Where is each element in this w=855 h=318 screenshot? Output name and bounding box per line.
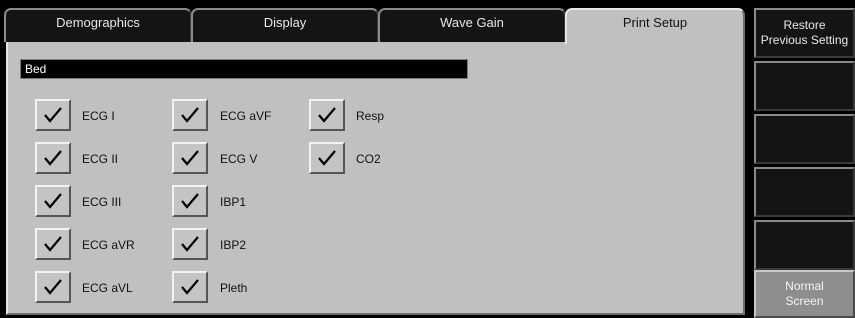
checkbox-ecg-avf[interactable] <box>172 99 208 131</box>
restore-label-line1: Restore <box>783 18 826 32</box>
side-button-3[interactable] <box>754 114 855 164</box>
checkmark-icon <box>44 150 62 166</box>
checkmark-icon <box>318 150 336 166</box>
tab-print-setup[interactable]: Print Setup <box>565 8 745 44</box>
normal-screen-line1: Normal <box>785 279 824 293</box>
restore-label-line2: Previous Setting <box>760 33 849 47</box>
side-button-5[interactable] <box>754 220 855 270</box>
bed-field[interactable]: Bed <box>20 59 468 79</box>
checkbox-co2[interactable] <box>309 142 345 174</box>
restore-previous-setting-label: Restore Previous Setting <box>761 18 848 48</box>
checkbox-ecg-avl[interactable] <box>35 271 71 303</box>
checkmark-icon <box>44 193 62 209</box>
checkmark-icon <box>181 236 199 252</box>
checkbox-label-ecg-iii: ECG III <box>82 195 122 209</box>
checkbox-label-ecg-ii: ECG II <box>82 152 119 166</box>
side-button-2[interactable] <box>754 61 855 111</box>
restore-previous-setting-button[interactable]: Restore Previous Setting <box>754 8 855 58</box>
normal-screen-button[interactable]: Normal Screen <box>754 270 855 318</box>
checkbox-ecg-v[interactable] <box>172 142 208 174</box>
checkbox-label-ibp2: IBP2 <box>220 238 247 252</box>
checkmark-icon <box>318 107 336 123</box>
tab-display[interactable]: Display <box>191 8 379 42</box>
checkbox-label-ecg-avl: ECG aVL <box>82 281 133 295</box>
checkbox-label-ecg-i: ECG I <box>82 109 115 123</box>
tab-bar: Demographics Display Wave Gain Print Set… <box>0 0 745 44</box>
checkbox-resp[interactable] <box>309 99 345 131</box>
normal-screen-line2: Screen <box>785 294 824 308</box>
checkbox-ecg-ii[interactable] <box>35 142 71 174</box>
checkbox-label-ibp1: IBP1 <box>220 195 247 209</box>
checkbox-label-ecg-avr: ECG aVR <box>82 238 135 252</box>
checkbox-ibp1[interactable] <box>172 185 208 217</box>
side-button-column: Restore Previous Setting Normal Screen <box>750 0 855 318</box>
checkbox-pleth[interactable] <box>172 271 208 303</box>
tab-wave-gain[interactable]: Wave Gain <box>378 8 566 42</box>
normal-screen-label: Normal Screen <box>785 279 824 309</box>
checkmark-icon <box>44 236 62 252</box>
checkbox-label-pleth: Pleth <box>220 281 248 295</box>
print-setup-panel: Bed ECG I ECG II ECG III ECG aVR ECG aVL… <box>6 42 745 315</box>
checkbox-label-resp: Resp <box>356 109 385 123</box>
checkmark-icon <box>44 279 62 295</box>
checkbox-label-ecg-avf: ECG aVF <box>220 109 272 123</box>
checkbox-ecg-avr[interactable] <box>35 228 71 260</box>
side-button-4[interactable] <box>754 167 855 217</box>
tab-demographics[interactable]: Demographics <box>4 8 192 42</box>
checkmark-icon <box>181 279 199 295</box>
checkmark-icon <box>181 193 199 209</box>
checkbox-label-co2: CO2 <box>356 152 381 166</box>
checkbox-ecg-i[interactable] <box>35 99 71 131</box>
checkbox-ecg-iii[interactable] <box>35 185 71 217</box>
checkmark-icon <box>181 150 199 166</box>
checkbox-label-ecg-v: ECG V <box>220 152 258 166</box>
checkmark-icon <box>181 107 199 123</box>
checkbox-ibp2[interactable] <box>172 228 208 260</box>
checkmark-icon <box>44 107 62 123</box>
